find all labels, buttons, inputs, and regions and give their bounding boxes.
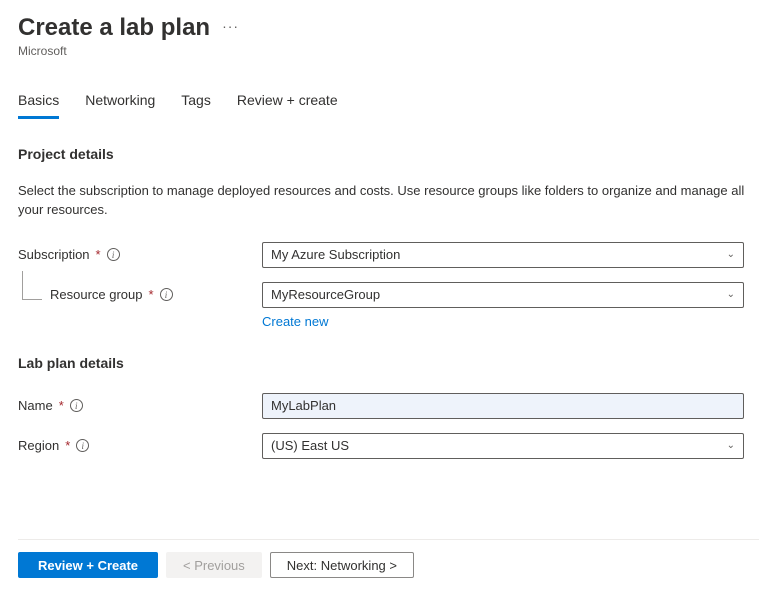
page-title: Create a lab plan [18, 14, 210, 42]
region-label: Region* i [18, 438, 262, 453]
required-indicator: * [96, 247, 101, 262]
info-icon[interactable]: i [76, 439, 89, 452]
section-lab-plan-details: Lab plan details [18, 355, 759, 371]
info-icon[interactable]: i [70, 399, 83, 412]
chevron-down-icon: ⌄ [727, 289, 735, 300]
chevron-down-icon: ⌄ [727, 440, 735, 451]
name-label: Name* i [18, 398, 262, 413]
region-select[interactable]: (US) East US ⌄ [262, 433, 744, 459]
resource-group-select[interactable]: MyResourceGroup ⌄ [262, 282, 744, 308]
previous-button: < Previous [166, 552, 262, 578]
tab-review[interactable]: Review + create [237, 86, 338, 119]
page-subtitle: Microsoft [18, 44, 759, 58]
info-icon[interactable]: i [107, 248, 120, 261]
footer: Review + Create < Previous Next: Network… [18, 539, 759, 578]
tab-tags[interactable]: Tags [181, 86, 211, 119]
required-indicator: * [59, 398, 64, 413]
tab-basics[interactable]: Basics [18, 86, 59, 119]
next-button[interactable]: Next: Networking > [270, 552, 414, 578]
tab-networking[interactable]: Networking [85, 86, 155, 119]
required-indicator: * [149, 287, 154, 302]
subscription-value: My Azure Subscription [271, 247, 400, 262]
required-indicator: * [65, 438, 70, 453]
chevron-down-icon: ⌄ [727, 249, 735, 260]
create-new-link[interactable]: Create new [262, 314, 328, 329]
resource-group-label: Resource group* i [18, 287, 262, 302]
section-project-details: Project details [18, 146, 759, 162]
resource-group-value: MyResourceGroup [271, 287, 380, 302]
region-value: (US) East US [271, 438, 349, 453]
review-create-button[interactable]: Review + Create [18, 552, 158, 578]
info-icon[interactable]: i [160, 288, 173, 301]
subscription-label: Subscription* i [18, 247, 262, 262]
name-input[interactable]: MyLabPlan [262, 393, 744, 419]
more-icon[interactable]: ··· [222, 18, 239, 38]
subscription-select[interactable]: My Azure Subscription ⌄ [262, 242, 744, 268]
project-details-description: Select the subscription to manage deploy… [18, 182, 758, 220]
name-value: MyLabPlan [271, 398, 336, 413]
tabs: Basics Networking Tags Review + create [18, 86, 759, 120]
